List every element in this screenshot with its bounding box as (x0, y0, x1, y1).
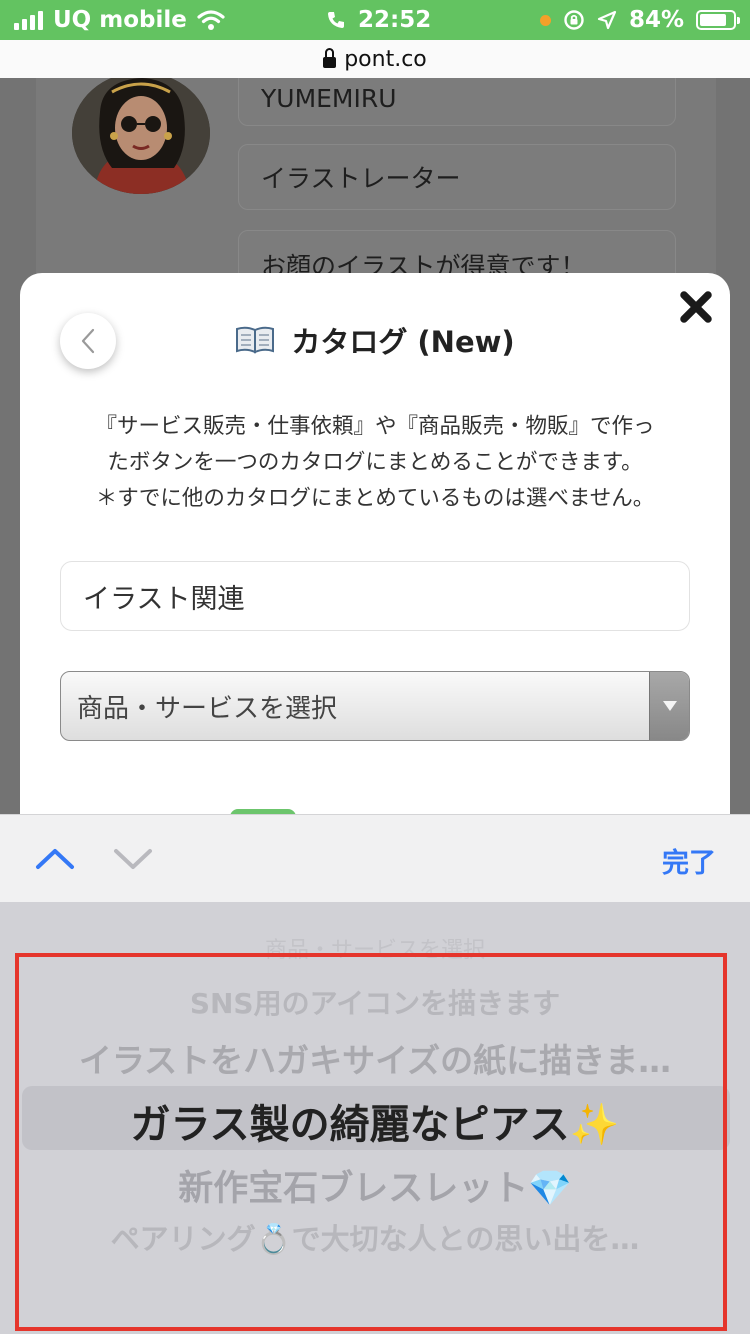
open-book-icon (236, 326, 275, 354)
status-bar: UQ mobile 22:52 84% (0, 0, 750, 40)
bg-name-text: YUMEMIRU (261, 83, 397, 113)
battery-icon (696, 10, 740, 30)
battery-percent: 84% (628, 7, 684, 33)
status-left: UQ mobile (14, 0, 225, 40)
catalog-name-input[interactable]: イラスト関連 (60, 561, 690, 631)
phone-icon (328, 12, 344, 28)
catalog-modal: カタログ (New) 『サービス販売・仕事依頼』や『商品販売・物販』で作っ たボ… (20, 273, 730, 814)
triangle-down-icon (662, 701, 677, 711)
modal-title: カタログ (New) (20, 319, 730, 361)
clock: 22:52 (358, 7, 432, 33)
rotation-lock-icon (564, 10, 584, 30)
done-button[interactable]: 完了 (662, 841, 716, 880)
select-label: 商品・サービスを選択 (77, 693, 338, 724)
description-line: たボタンを一つのカタログにまとめることができます。 (107, 450, 643, 475)
status-right: 84% (539, 0, 740, 40)
next-field-button[interactable] (112, 843, 154, 873)
signal-icon (14, 10, 43, 30)
highlight-frame (15, 953, 727, 1331)
product-service-select[interactable]: 商品・サービスを選択 (60, 671, 690, 741)
bg-job-text: イラストレーター (261, 164, 461, 193)
location-arrow-icon (597, 10, 617, 30)
status-center: 22:52 (326, 0, 431, 40)
modal-description: 『サービス販売・仕事依頼』や『商品販売・物販』で作っ たボタンを一つのカタログに… (50, 409, 700, 517)
previous-field-button[interactable] (34, 843, 76, 873)
bg-name-field: YUMEMIRU (238, 78, 676, 126)
recording-dot-icon (539, 14, 551, 26)
modal-title-text: カタログ (New) (291, 325, 515, 359)
description-line: ＊すでに他のカタログにまとめているものは選べません。 (95, 486, 655, 511)
url-domain: pont.co (344, 46, 427, 72)
description-line: 『サービス販売・仕事依頼』や『商品販売・物販』で作っ (95, 414, 655, 439)
bg-job-field: イラストレーター (238, 144, 676, 210)
keyboard-accessory-bar: 完了 (0, 814, 750, 902)
wifi-icon (197, 10, 225, 30)
catalog-name-value: イラスト関連 (83, 583, 245, 615)
carrier-label: UQ mobile (53, 7, 187, 33)
address-bar[interactable]: pont.co (0, 40, 750, 78)
select-dropdown-button[interactable] (649, 672, 689, 740)
lock-icon (323, 47, 337, 68)
